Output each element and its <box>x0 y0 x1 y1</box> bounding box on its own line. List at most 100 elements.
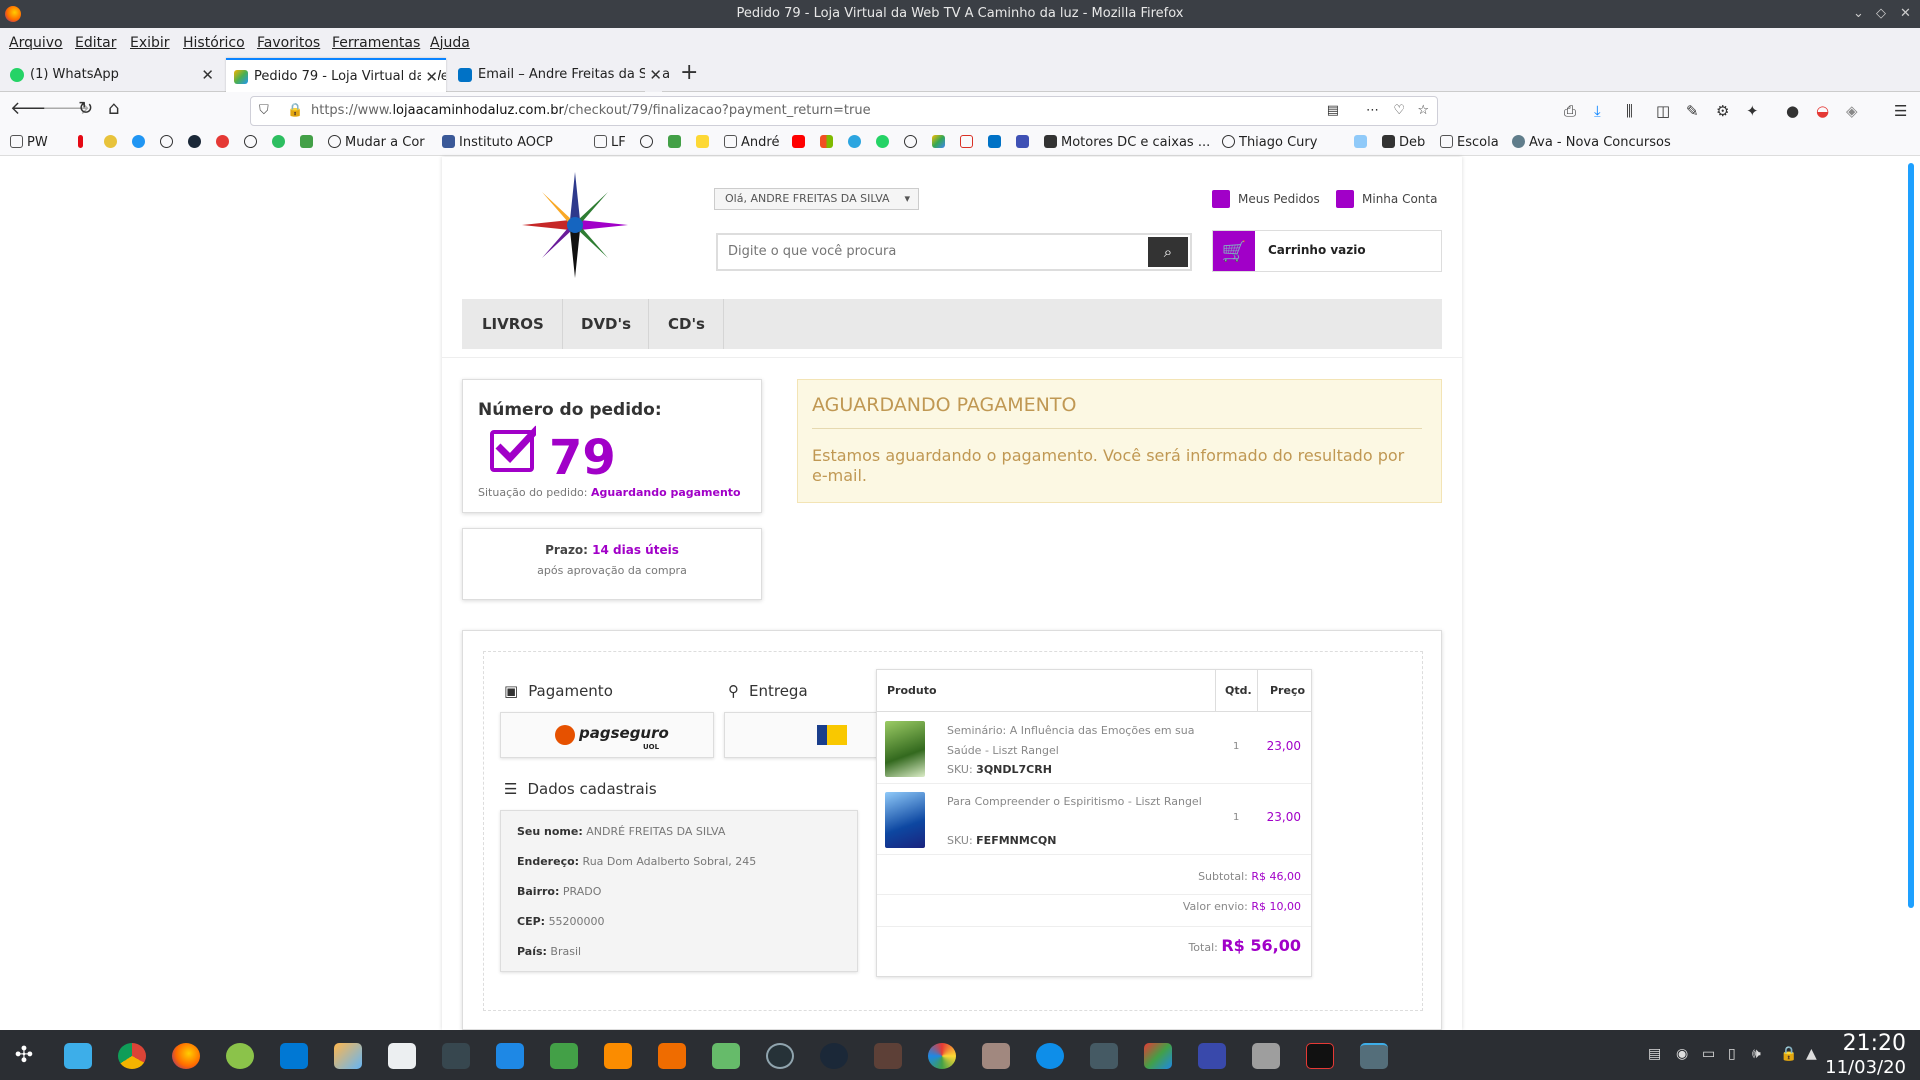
close-tab-icon[interactable]: ✕ <box>421 60 438 92</box>
display-icon[interactable]: ▭ <box>1702 1046 1715 1062</box>
bookmark-thiago-cury[interactable]: Thiago Cury <box>1222 135 1317 150</box>
tab-pedido[interactable]: Pedido 79 - Loja Virtual da Web TV A Cam… <box>226 58 446 92</box>
product-thumbnail[interactable] <box>885 721 925 777</box>
bookmark[interactable] <box>1016 135 1033 150</box>
url-bar[interactable]: ⛉ 🔒 https://www.lojaacaminhodaluz.com.br… <box>250 96 1438 126</box>
scrollbar[interactable] <box>1908 163 1914 908</box>
bookmark-folder-escola[interactable]: Escola <box>1440 135 1499 150</box>
user-greeting-dropdown[interactable]: Olá, ANDRE FREITAS DA SILVA ▾ <box>714 188 919 210</box>
extension-icon[interactable]: ◈ <box>1846 102 1858 120</box>
library-icon[interactable]: ⫼ <box>1626 102 1633 120</box>
search-button[interactable]: ⌕ <box>1148 237 1188 267</box>
tab-outlook[interactable]: Email – Andre Freitas da Silva – Outlook… <box>450 58 670 92</box>
bookmark[interactable] <box>132 135 149 150</box>
image-viewer-icon[interactable] <box>712 1043 740 1069</box>
minimize-icon[interactable]: ⌄ <box>1853 0 1864 28</box>
evernote-icon[interactable]: ✦ <box>1746 102 1759 120</box>
terminal-icon[interactable] <box>442 1043 470 1069</box>
updates-icon[interactable]: ◉ <box>1676 1046 1688 1062</box>
reload-icon[interactable]: ↻ <box>78 98 93 119</box>
bookmark-youtube[interactable] <box>792 135 809 150</box>
new-tab-icon[interactable]: + <box>680 60 698 85</box>
gimp-icon[interactable] <box>874 1043 902 1069</box>
nav-dvds[interactable]: DVD's <box>581 315 631 333</box>
bookmark-gmail[interactable] <box>960 135 977 150</box>
bookmark[interactable] <box>904 135 921 150</box>
firefox-icon[interactable] <box>172 1043 200 1069</box>
calculator-icon[interactable] <box>1090 1043 1118 1069</box>
bookmark-outlook[interactable] <box>988 135 1005 150</box>
menu-exibir[interactable]: Exibir <box>130 35 170 51</box>
menu-historico[interactable]: Histórico <box>183 35 245 51</box>
extension-icon[interactable]: ◒ <box>1816 102 1829 120</box>
lock-icon[interactable]: 🔒 <box>1780 1046 1797 1062</box>
bookmark-deb[interactable]: Deb <box>1382 135 1425 150</box>
menu-ferramentas[interactable]: Ferramentas <box>332 35 420 51</box>
text-editor-icon[interactable] <box>388 1043 416 1069</box>
impress-icon[interactable] <box>658 1043 686 1069</box>
bookmark[interactable] <box>640 135 657 150</box>
active-window-icon[interactable] <box>1360 1043 1388 1069</box>
bookmark-mudar-a-cor[interactable]: Mudar a Cor <box>328 135 425 150</box>
racing-game-icon[interactable] <box>1306 1043 1334 1069</box>
nav-livros[interactable]: LIVROS <box>482 315 544 333</box>
package-icon[interactable] <box>334 1043 362 1069</box>
bookmark-ava[interactable]: Ava - Nova Concursos <box>1512 135 1671 150</box>
bookmark-steam[interactable] <box>188 135 205 150</box>
menu-editar[interactable]: Editar <box>75 35 116 51</box>
more-actions-icon[interactable]: ⋯ <box>1366 97 1379 125</box>
kdenlive-icon[interactable] <box>1198 1043 1226 1069</box>
game-icon[interactable] <box>982 1043 1010 1069</box>
cart-widget[interactable]: 🛒 Carrinho vazio <box>1212 230 1442 272</box>
volume-icon[interactable]: 🕪 <box>1752 1046 1761 1062</box>
bookmark[interactable] <box>244 135 261 150</box>
clipboard-icon[interactable]: ▤ <box>1648 1046 1661 1062</box>
slides-icon[interactable] <box>604 1043 632 1069</box>
bookmark-star-icon[interactable]: ☆ <box>1417 97 1429 125</box>
store-logo-icon[interactable] <box>520 170 630 280</box>
bookmark-whatsapp[interactable] <box>876 135 893 150</box>
reader-view-icon[interactable]: ▤ <box>1327 97 1339 125</box>
vscode-icon[interactable] <box>280 1043 308 1069</box>
my-account-link[interactable]: Minha Conta <box>1336 190 1437 208</box>
close-tab-icon[interactable]: ✕ <box>645 58 662 92</box>
bookmark-folder-andre[interactable]: André <box>724 135 779 150</box>
calc-icon[interactable] <box>550 1043 578 1069</box>
bookmark[interactable] <box>668 135 685 150</box>
product-name[interactable]: Seminário: A Influência das Emoções em s… <box>947 721 1217 761</box>
print-icon[interactable]: ⎙ <box>1564 102 1576 120</box>
dark-reader-icon[interactable]: ● <box>1786 102 1799 120</box>
bookmark-evernote[interactable] <box>272 135 289 150</box>
teamviewer-icon[interactable] <box>1036 1043 1064 1069</box>
eyedropper-icon[interactable]: ✎ <box>1686 102 1699 120</box>
bookmark-netflix[interactable] <box>78 135 87 150</box>
bookmark-folder-lf[interactable]: LF <box>594 135 626 150</box>
download-icon[interactable]: ⤓ <box>1594 102 1601 120</box>
menu-ajuda[interactable]: Ajuda <box>430 35 470 51</box>
app-launcher-icon[interactable]: ✣ <box>10 1043 38 1069</box>
file-manager-icon[interactable] <box>64 1043 92 1069</box>
android-icon[interactable] <box>226 1043 254 1069</box>
close-tab-icon[interactable]: ✕ <box>201 58 214 92</box>
clock[interactable]: 21:20 11/03/20 <box>1825 1032 1906 1080</box>
tab-whatsapp[interactable]: (1) WhatsApp ✕ <box>2 58 222 92</box>
menu-arquivo[interactable]: Arquivo <box>9 35 63 51</box>
bookmark[interactable] <box>1354 135 1371 150</box>
bookmark[interactable] <box>696 135 713 150</box>
pocket-icon[interactable]: ♡ <box>1393 97 1405 125</box>
hamburger-menu-icon[interactable]: ☰ <box>1894 102 1907 120</box>
search-input[interactable] <box>718 235 1144 267</box>
product-thumbnail[interactable] <box>885 792 925 848</box>
nav-cds[interactable]: CD's <box>668 315 705 333</box>
sidebar-icon[interactable]: ◫ <box>1656 102 1670 120</box>
bookmark-instituto-aocp[interactable]: Instituto AOCP <box>442 135 553 150</box>
writer-icon[interactable] <box>496 1043 524 1069</box>
bookmark[interactable] <box>160 135 177 150</box>
krita-icon[interactable] <box>928 1043 956 1069</box>
my-orders-link[interactable]: Meus Pedidos <box>1212 190 1320 208</box>
menu-favoritos[interactable]: Favoritos <box>257 35 320 51</box>
extension-icon[interactable]: ⚙ <box>1716 102 1729 120</box>
bookmark[interactable] <box>300 135 317 150</box>
gamepad-icon[interactable] <box>1252 1043 1280 1069</box>
tray-expand-icon[interactable]: ▲ <box>1806 1046 1817 1062</box>
